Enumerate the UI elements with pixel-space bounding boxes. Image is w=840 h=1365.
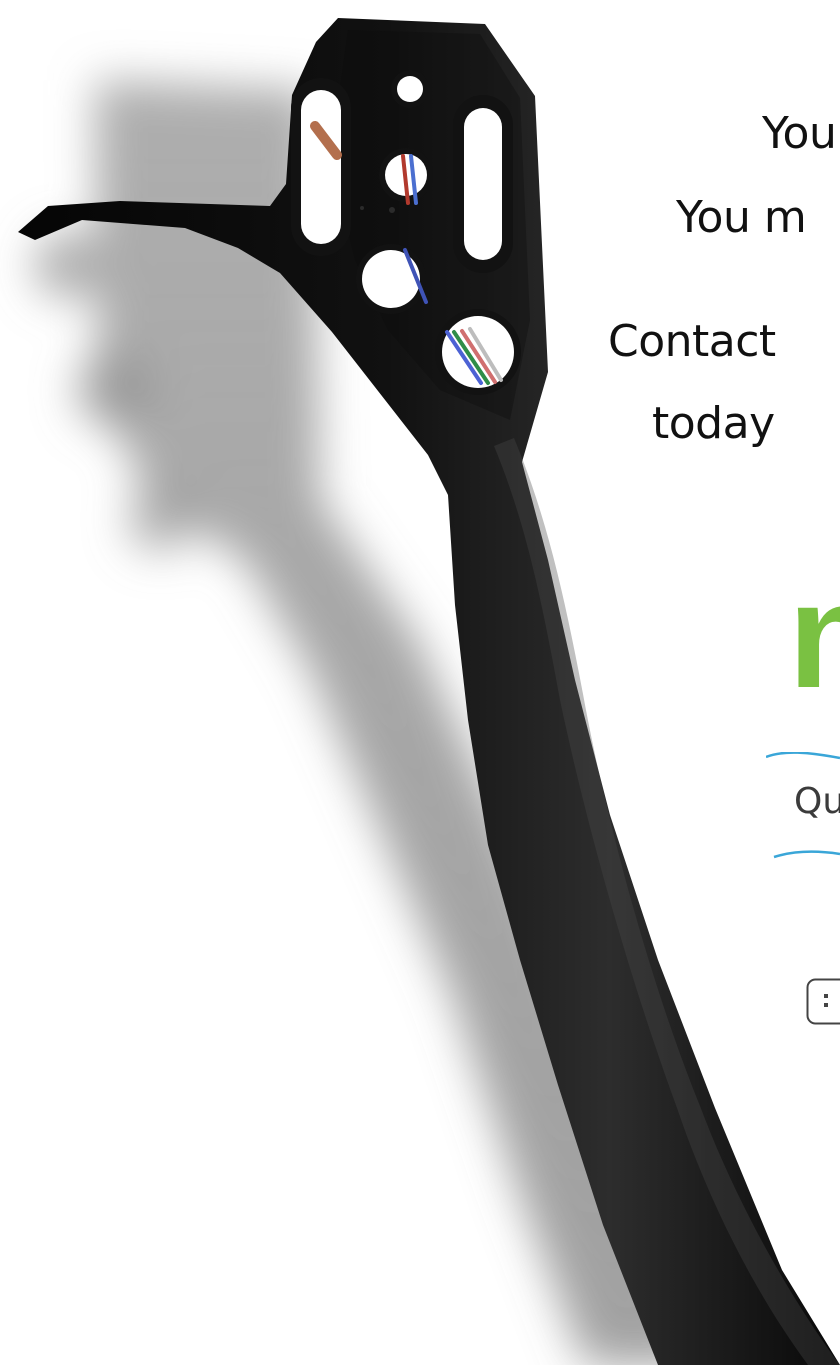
text-line-3: Contact	[608, 316, 776, 367]
text-line-4: today	[652, 398, 775, 449]
page: You You m Contact today n Qu	[0, 0, 840, 1365]
screw-dot	[360, 206, 364, 210]
green-n-logo: n	[788, 551, 840, 719]
q-logo-text: Qu	[794, 781, 840, 822]
drive-icon	[806, 978, 840, 1025]
text-line-2: You m	[676, 192, 807, 243]
screw-dot	[389, 207, 395, 213]
text-line-1: You	[762, 108, 837, 159]
